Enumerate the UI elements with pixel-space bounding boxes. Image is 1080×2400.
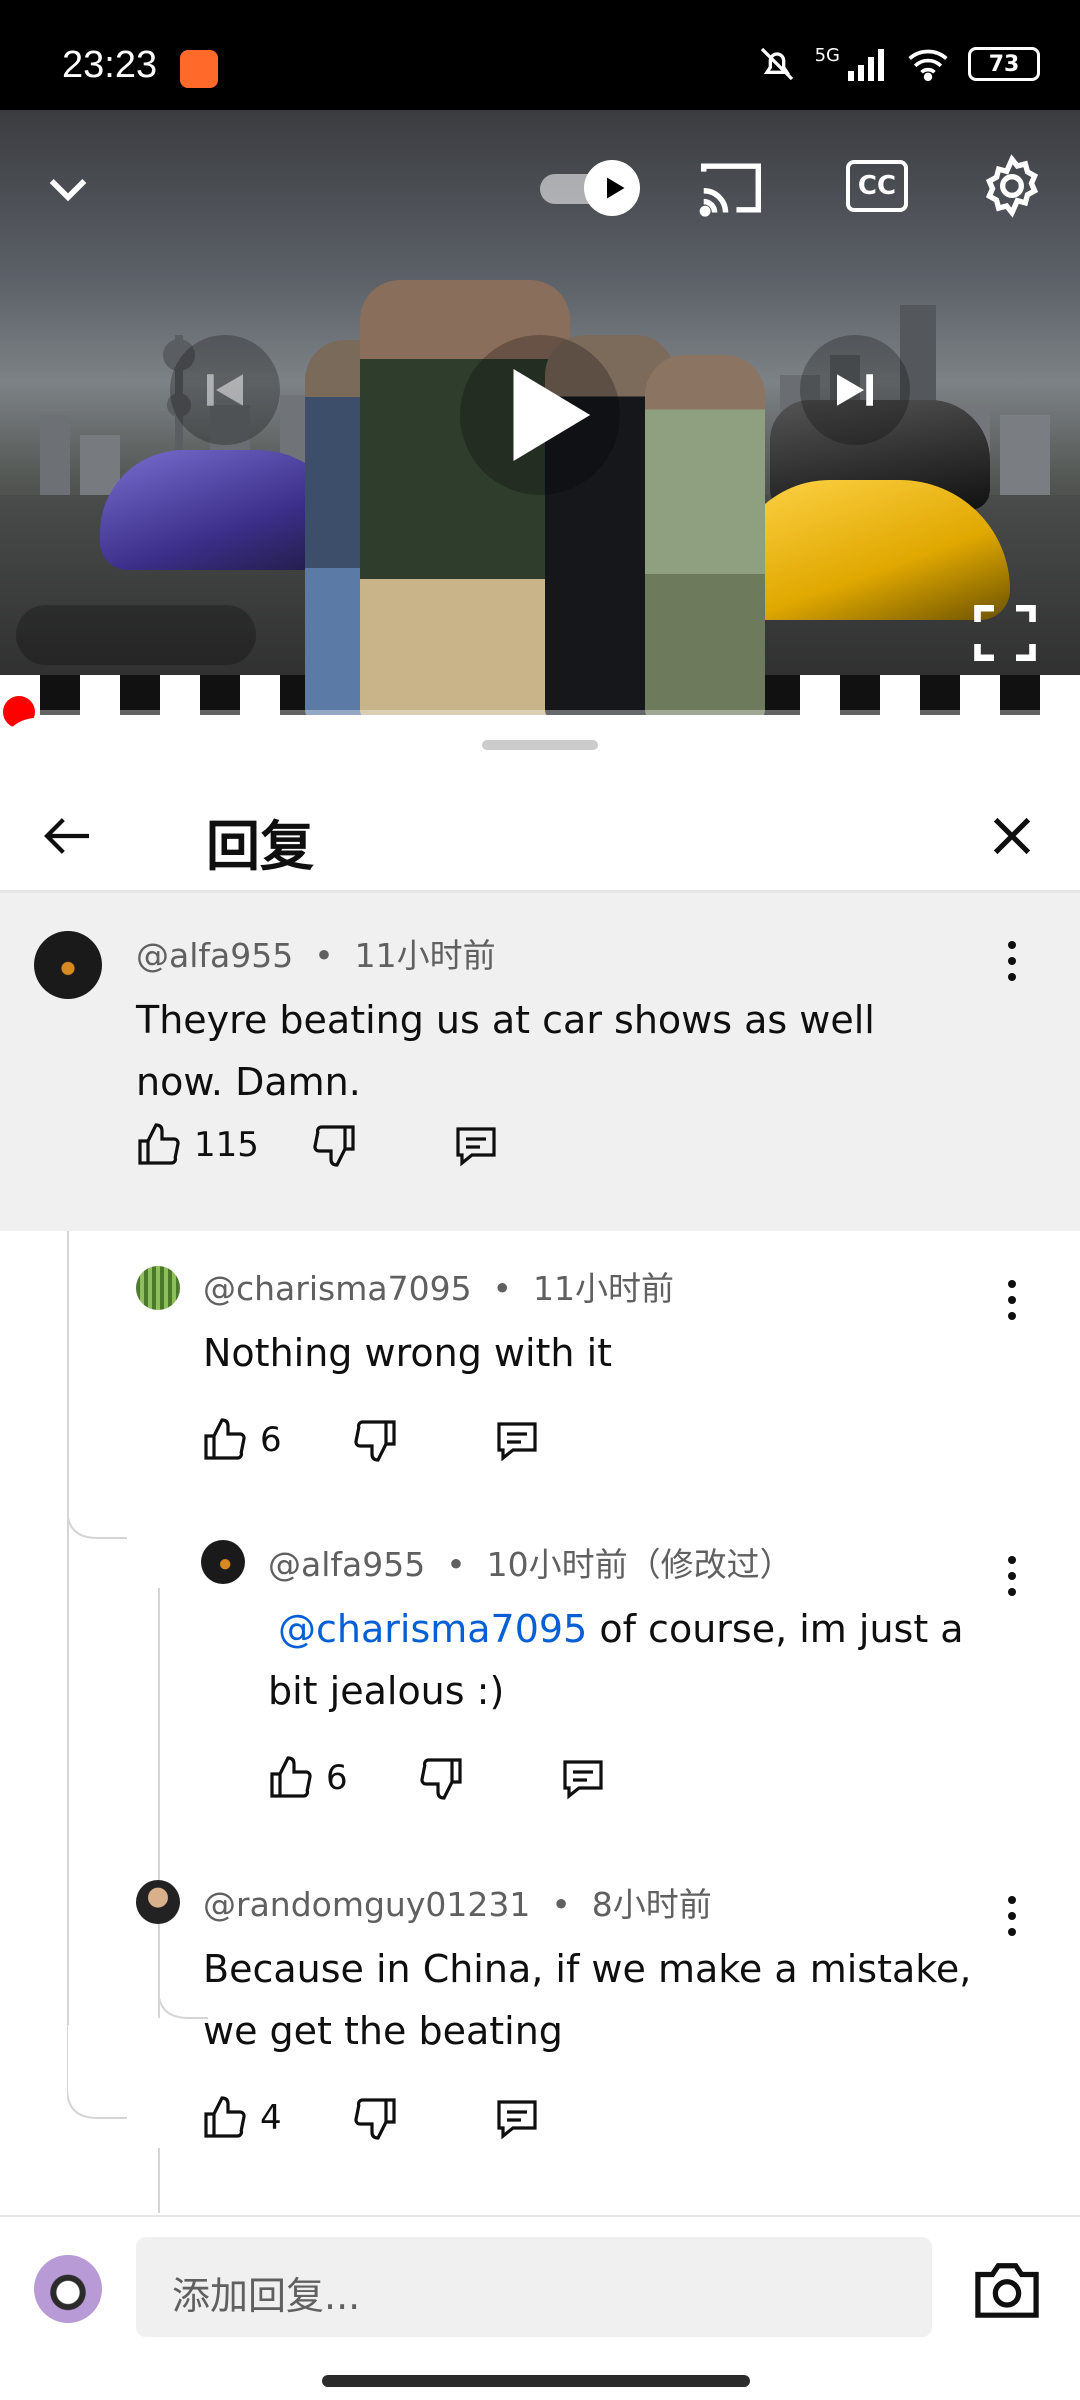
fullscreen-icon[interactable] — [972, 602, 1038, 664]
more-options-icon[interactable] — [992, 1546, 1032, 1606]
video-progress-bar[interactable] — [0, 696, 1080, 728]
more-options-icon[interactable] — [992, 1886, 1032, 1946]
sheet-title: 回复 — [206, 815, 314, 878]
cc-icon[interactable]: CC — [846, 160, 908, 212]
system-nav-pill[interactable] — [322, 2375, 750, 2387]
status-time: 23:23 — [62, 44, 158, 86]
thumbs-up-icon — [204, 2096, 246, 2138]
my-avatar[interactable] — [34, 2255, 102, 2323]
status-bar: 23:23 5G 73 — [0, 0, 1080, 110]
person-4 — [645, 355, 765, 715]
like-button[interactable]: 6 — [200, 1416, 282, 1464]
signal-icon — [848, 49, 884, 81]
comment-actions: 4 — [200, 2094, 542, 2142]
reply-input[interactable]: 添加回复... — [136, 2237, 932, 2337]
play-button[interactable] — [460, 335, 620, 495]
comment-text: Nothing wrong with it — [203, 1331, 613, 1375]
more-options-icon[interactable] — [992, 1270, 1032, 1330]
next-button[interactable] — [800, 335, 910, 445]
like-button[interactable]: 115 — [134, 1121, 259, 1169]
reply-icon[interactable] — [492, 1416, 542, 1464]
collapse-icon[interactable] — [40, 160, 96, 216]
back-arrow-icon[interactable] — [40, 808, 96, 864]
battery-icon: 73 — [968, 47, 1040, 81]
wifi-icon — [908, 49, 948, 81]
thread-branch-3 — [67, 2008, 127, 2119]
like-button[interactable]: 6 — [266, 1754, 348, 1802]
comment-meta: @charisma7095 • 11小时前 — [203, 1269, 674, 1308]
network-label: 5G — [814, 44, 840, 66]
time-display — [16, 605, 256, 665]
highlighted-comment: @alfa955 • 11小时前 Theyre beating us at ca… — [0, 893, 1080, 1231]
thumbs-down-icon[interactable] — [311, 1121, 359, 1169]
like-count: 6 — [260, 1420, 282, 1460]
reply-icon[interactable] — [492, 2094, 542, 2142]
settings-icon[interactable] — [980, 154, 1044, 218]
camera-icon[interactable] — [972, 2257, 1042, 2321]
comment-author[interactable]: @alfa955 — [136, 936, 293, 975]
sheet-header: 回复 — [0, 768, 1080, 888]
comment-time: 10小时前（修改过） — [486, 1545, 793, 1584]
comment-meta: @alfa955 • 10小时前（修改过） — [268, 1545, 793, 1584]
drag-handle[interactable] — [482, 740, 598, 750]
reply-icon[interactable] — [451, 1121, 501, 1169]
next-icon — [837, 374, 873, 406]
comment-meta: @randomguy01231 • 8小时前 — [203, 1885, 712, 1924]
comment-text: Because in China, if we make a mistake, … — [203, 1947, 972, 2053]
avatar[interactable] — [201, 1540, 245, 1584]
thumbs-down-icon[interactable] — [418, 1754, 466, 1802]
like-count: 4 — [260, 2098, 282, 2138]
comment-time: 11小时前 — [354, 936, 496, 975]
comment-text: @charisma7095 of course, im just a bit j… — [268, 1598, 998, 1722]
comment-meta: @alfa955 • 11小时前 — [136, 936, 496, 975]
previous-icon — [207, 374, 243, 406]
avatar[interactable] — [34, 931, 102, 999]
comment-author[interactable]: @randomguy01231 — [203, 1885, 530, 1924]
comment-text: Theyre beating us at car shows as well n… — [136, 998, 875, 1104]
status-icons: 5G 73 — [757, 44, 1040, 84]
mute-bell-icon — [760, 47, 793, 81]
comment-actions: 6 — [200, 1416, 542, 1464]
reply-bar: 添加回复... — [0, 2215, 1080, 2400]
comment-author[interactable]: @charisma7095 — [203, 1269, 472, 1308]
comment-author[interactable]: @alfa955 — [268, 1545, 425, 1584]
previous-button[interactable] — [170, 335, 280, 445]
cast-icon[interactable] — [698, 158, 764, 218]
avatar[interactable] — [136, 1880, 180, 1924]
play-icon — [513, 369, 591, 461]
thumbs-down-icon[interactable] — [352, 2094, 400, 2142]
comment-time: 11小时前 — [533, 1269, 674, 1308]
thumbs-up-icon — [204, 1418, 246, 1460]
video-player[interactable]: CC — [0, 110, 1080, 715]
comment-actions: 115 — [134, 1121, 501, 1169]
like-count: 115 — [194, 1125, 259, 1165]
replies-sheet: 回复 @alfa955 • 11小时前 Theyre beating us at… — [0, 718, 1080, 2400]
comment-actions: 6 — [266, 1754, 608, 1802]
thumbs-down-icon[interactable] — [352, 1416, 400, 1464]
like-button[interactable]: 4 — [200, 2094, 282, 2142]
like-count: 6 — [326, 1758, 348, 1798]
autoplay-toggle[interactable] — [540, 160, 640, 216]
comment-time: 8小时前 — [591, 1885, 712, 1924]
avatar[interactable] — [136, 1266, 180, 1310]
close-icon[interactable] — [984, 808, 1040, 864]
thumbs-up-icon — [270, 1756, 312, 1798]
more-options-icon[interactable] — [992, 931, 1032, 991]
thumbs-up-icon — [138, 1123, 180, 1165]
mention-link[interactable]: @charisma7095 — [278, 1607, 587, 1651]
thread-line-tail — [158, 2148, 160, 2213]
app-notification-icon — [180, 50, 218, 88]
reply-icon[interactable] — [558, 1754, 608, 1802]
autoplay-play-icon — [607, 177, 625, 199]
